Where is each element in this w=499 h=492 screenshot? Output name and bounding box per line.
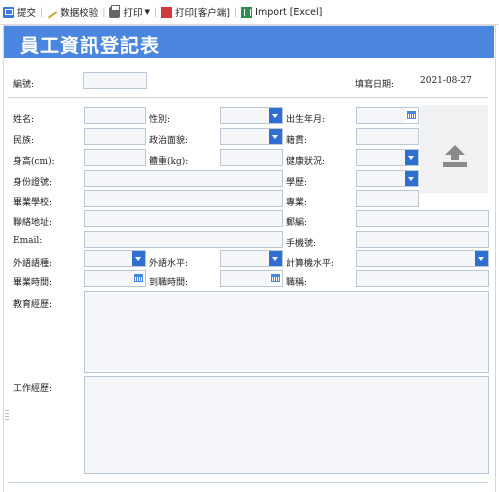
major-label: 專業:: [286, 198, 308, 208]
print-client-label: 打印[客户端]: [175, 8, 230, 19]
weight-field[interactable]: [220, 149, 283, 166]
chevron-down-icon[interactable]: [475, 251, 488, 266]
resize-handle[interactable]: [5, 410, 9, 420]
major-field[interactable]: [356, 190, 419, 207]
id-number-field[interactable]: [84, 170, 283, 187]
validate-button[interactable]: 数据校验: [44, 2, 101, 22]
submit-icon: [3, 6, 14, 18]
school-label: 畢業學校:: [13, 198, 53, 208]
chevron-down-icon[interactable]: [405, 171, 418, 186]
toolbar-divider: |: [102, 6, 106, 18]
fill-date-value: 2021-08-27: [420, 76, 472, 86]
gender-label: 性別:: [149, 115, 171, 125]
submit-button[interactable]: 提交: [0, 2, 39, 22]
political-select[interactable]: [220, 128, 283, 145]
computer-level-label: 計算機水平:: [286, 259, 335, 269]
toolbar-divider: |: [153, 6, 158, 18]
submit-label: 提交: [17, 8, 37, 19]
chevron-down-icon: ▼: [144, 8, 150, 16]
import-excel-button[interactable]: Import [Excel]: [238, 2, 325, 22]
language-level-label: 外語水平:: [149, 259, 189, 269]
chevron-down-icon[interactable]: [269, 251, 282, 266]
postcode-field[interactable]: [356, 210, 489, 227]
education-select[interactable]: [356, 170, 419, 187]
political-label: 政治面貌:: [149, 136, 189, 146]
work-experience-label: 工作經歷:: [13, 384, 53, 394]
calendar-icon[interactable]: [269, 271, 282, 286]
chevron-down-icon[interactable]: [269, 108, 282, 123]
weight-label: 體重(kg):: [149, 157, 189, 167]
height-field[interactable]: [84, 149, 146, 166]
education-label: 學歷:: [286, 178, 308, 188]
job-title-field[interactable]: [356, 270, 489, 287]
work-experience-textarea[interactable]: [84, 376, 489, 474]
fill-date-label: 填寫日期:: [355, 80, 395, 90]
pdf-icon: [161, 6, 173, 18]
job-title-label: 職稱:: [286, 278, 308, 288]
computer-level-select[interactable]: [356, 250, 489, 267]
address-label: 聯絡地址:: [13, 218, 53, 228]
import-excel-label: Import [Excel]: [255, 6, 323, 18]
email-field[interactable]: [84, 231, 283, 248]
language-label: 外語語種:: [13, 259, 53, 269]
mobile-label: 手機號:: [286, 239, 317, 249]
ethnicity-label: 民族:: [13, 136, 35, 146]
toolbar-divider: |: [233, 6, 238, 18]
postcode-label: 郵編:: [286, 218, 308, 228]
start-time-field[interactable]: [220, 270, 283, 287]
birth-date-field[interactable]: [356, 107, 419, 124]
wand-icon: [46, 8, 58, 19]
graduation-time-label: 畢業時間:: [13, 278, 53, 288]
divider: [8, 97, 488, 98]
native-place-label: 籍貫:: [286, 136, 308, 146]
upload-icon[interactable]: [443, 145, 467, 169]
chevron-down-icon[interactable]: [132, 251, 145, 266]
edu-experience-textarea[interactable]: [84, 291, 489, 373]
id-number-label: 身份證號:: [13, 178, 53, 188]
language-level-select[interactable]: [220, 250, 283, 267]
height-label: 身高(cm):: [13, 157, 55, 167]
calendar-icon[interactable]: [132, 271, 145, 286]
toolbar-divider: |: [40, 6, 44, 18]
address-field[interactable]: [84, 210, 283, 227]
chevron-down-icon[interactable]: [405, 150, 418, 165]
print-button[interactable]: 打印 ▼: [106, 2, 152, 22]
school-field[interactable]: [84, 190, 283, 207]
name-label: 姓名:: [13, 115, 35, 125]
excel-icon: [241, 6, 253, 18]
start-time-label: 到職時間:: [149, 278, 189, 288]
number-label: 編號:: [13, 80, 35, 90]
language-select[interactable]: [84, 250, 146, 267]
validate-label: 数据校验: [60, 8, 99, 19]
form-title: 員工資訊登記表: [20, 35, 161, 57]
gender-select[interactable]: [220, 107, 283, 124]
printer-icon: [109, 4, 121, 18]
ethnicity-field[interactable]: [84, 128, 146, 145]
birth-label: 出生年月:: [286, 115, 326, 125]
print-label: 打印: [123, 8, 143, 19]
calendar-icon[interactable]: [405, 108, 418, 123]
title-bar: 員工資訊登記表: [4, 26, 494, 58]
health-label: 健康狀況:: [286, 157, 326, 167]
mobile-field[interactable]: [356, 231, 489, 248]
print-client-button[interactable]: 打印[客户端]: [158, 2, 233, 22]
name-field[interactable]: [84, 107, 146, 124]
graduation-time-field[interactable]: [84, 270, 146, 287]
toolbar: 提交 | 数据校验 | 打印 ▼ | 打印[客户端] | Import [Exc…: [0, 0, 499, 25]
native-place-field[interactable]: [356, 128, 419, 145]
chevron-down-icon[interactable]: [269, 129, 282, 144]
health-select[interactable]: [356, 149, 419, 166]
edu-experience-label: 教育經歷:: [13, 300, 53, 310]
bottom-divider: [8, 482, 488, 483]
email-label: Email:: [13, 236, 43, 246]
number-field[interactable]: [83, 72, 147, 89]
